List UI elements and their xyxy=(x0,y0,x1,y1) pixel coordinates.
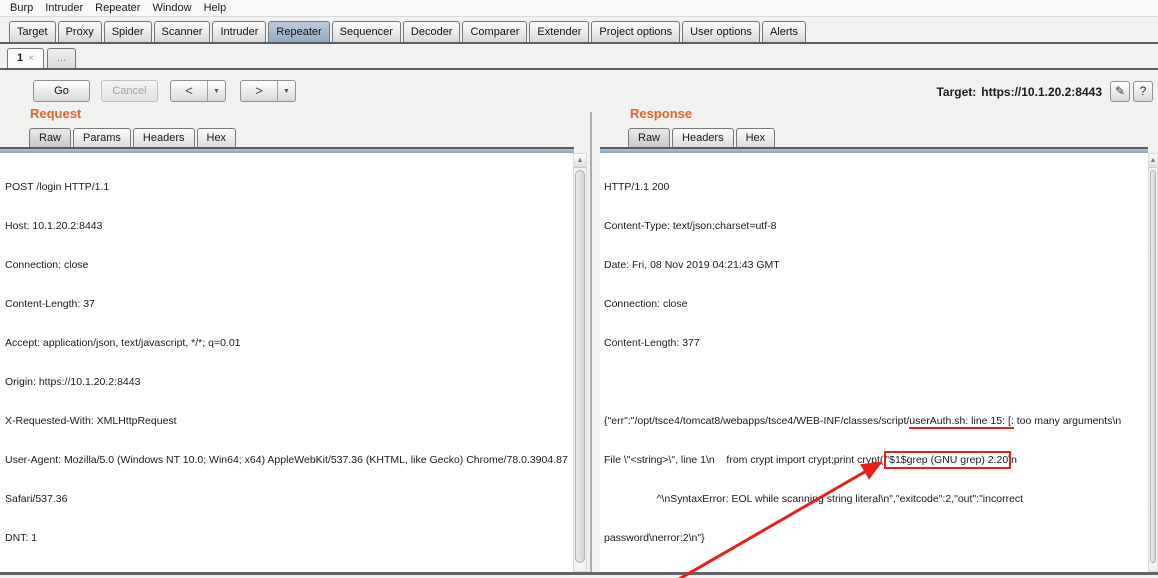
response-err-line: {"err":"/opt/tsce4/tomcat8/webapps/tsce4… xyxy=(604,415,1148,428)
response-crypt-line: File \"<string>\", line 1\n from crypt i… xyxy=(604,451,1148,469)
err-underline-annotation: userAuth.sh: line 15: [: xyxy=(909,415,1014,427)
tab-proxy[interactable]: Proxy xyxy=(57,21,102,42)
response-scrollbar[interactable]: ▲ xyxy=(1148,153,1158,572)
menu-repeater[interactable]: Repeater xyxy=(89,2,146,14)
pencil-icon: ✎ xyxy=(1114,84,1126,98)
request-line: Origin: https://10.1.20.2:8443 xyxy=(5,376,141,388)
tab-scanner[interactable]: Scanner xyxy=(153,21,211,42)
menu-bar: Burp Intruder Repeater Window Help xyxy=(0,0,1158,17)
crypt-text: \n xyxy=(1008,454,1017,466)
target-bar: Target: https://10.1.20.2:8443 ✎ ? xyxy=(936,81,1153,102)
request-panel-title: Request xyxy=(30,106,82,121)
scroll-up-icon[interactable]: ▲ xyxy=(574,154,586,168)
chevron-down-icon[interactable]: ▼ xyxy=(277,81,295,101)
request-line: DNT: 1 xyxy=(5,532,38,544)
response-line: HTTP/1.1 200 xyxy=(604,181,670,193)
target-url: https://10.1.20.2:8443 xyxy=(981,84,1102,99)
tab-comparer[interactable]: Comparer xyxy=(462,21,528,42)
request-line: Accept: application/json, text/javascrip… xyxy=(5,337,241,349)
close-icon[interactable]: × xyxy=(28,53,34,64)
request-scrollbar[interactable]: ▲ xyxy=(573,153,587,572)
repeater-toolbar: Go Cancel < ▼ > ▼ Target: https://10.1.2… xyxy=(0,80,1158,104)
request-tab-raw[interactable]: Raw xyxy=(29,128,72,147)
go-button[interactable]: Go xyxy=(33,80,90,102)
cancel-button[interactable]: Cancel xyxy=(101,80,158,102)
target-label: Target: xyxy=(936,84,977,99)
menu-help[interactable]: Help xyxy=(198,2,233,14)
err-text: {"err":"/opt/tsce4/tomcat8/webapps/tsce4… xyxy=(604,415,910,427)
prev-request-button[interactable]: < ▼ xyxy=(170,80,226,102)
response-line: Connection: close xyxy=(604,298,688,310)
request-line: Host: 10.1.20.2:8443 xyxy=(5,220,103,232)
grep-version-annotation-box: '$1$grep (GNU grep) 2.20 xyxy=(884,451,1012,469)
tab-repeater[interactable]: Repeater xyxy=(268,21,330,42)
repeater-tab-more[interactable]: ... xyxy=(46,48,77,68)
menu-burp[interactable]: Burp xyxy=(4,2,39,14)
tab-intruder[interactable]: Intruder xyxy=(212,21,267,42)
menu-window[interactable]: Window xyxy=(146,2,197,14)
tab-sequencer[interactable]: Sequencer xyxy=(331,21,401,42)
request-editor-tabs: Raw Params Headers Hex xyxy=(0,126,574,149)
edit-target-button[interactable]: ✎ xyxy=(1110,81,1130,102)
tab-user-options[interactable]: User options xyxy=(682,21,760,42)
response-panel-title: Response xyxy=(630,106,693,121)
bottom-splitter[interactable] xyxy=(0,572,1158,575)
response-line: Date: Fri, 08 Nov 2019 04:21:43 GMT xyxy=(604,259,780,271)
request-line: Content-Length: 37 xyxy=(5,298,95,310)
repeater-tab-1-label: 1 xyxy=(17,52,24,64)
request-scrollbar-thumb[interactable] xyxy=(575,170,585,563)
tab-spider[interactable]: Spider xyxy=(103,21,152,42)
tab-decoder[interactable]: Decoder xyxy=(402,21,461,42)
crypt-text: File \"<string>\", line 1\n from crypt i… xyxy=(604,454,888,466)
request-line: Safari/537.36 xyxy=(5,493,68,505)
response-line: Content-Length: 377 xyxy=(604,337,700,349)
prev-arrow-icon: < xyxy=(185,83,193,98)
help-button[interactable]: ? xyxy=(1133,81,1153,102)
response-syntax-line: ^\nSyntaxError: EOL while scanning strin… xyxy=(604,493,1024,505)
request-tab-hex[interactable]: Hex xyxy=(196,128,237,147)
request-line: Connection: close xyxy=(5,259,89,271)
tab-project-options[interactable]: Project options xyxy=(591,21,681,42)
scroll-up-icon[interactable]: ▲ xyxy=(1149,154,1157,168)
response-last-line: password\nerror:2\n"} xyxy=(604,532,705,544)
panel-divider[interactable] xyxy=(590,112,592,574)
chevron-down-icon[interactable]: ▼ xyxy=(207,81,225,101)
tab-extender[interactable]: Extender xyxy=(529,21,590,42)
tab-target[interactable]: Target xyxy=(9,21,56,42)
repeater-subtab-bar: 1 × ... xyxy=(0,47,1158,70)
request-line: POST /login HTTP/1.1 xyxy=(5,181,110,193)
response-scrollbar-thumb[interactable] xyxy=(1150,170,1156,563)
response-editor-tabs: Raw Headers Hex xyxy=(600,126,1148,149)
err-text: too many arguments\n xyxy=(1013,415,1122,427)
response-tab-raw[interactable]: Raw xyxy=(628,128,671,147)
response-tab-hex[interactable]: Hex xyxy=(735,128,776,147)
request-editor[interactable]: POST /login HTTP/1.1 Host: 10.1.20.2:844… xyxy=(0,153,573,572)
response-editor[interactable]: HTTP/1.1 200 Content-Type: text/json;cha… xyxy=(600,153,1148,572)
request-tab-headers[interactable]: Headers xyxy=(132,128,195,147)
response-blank-line xyxy=(604,376,1148,389)
main-tab-bar: Target Proxy Spider Scanner Intruder Rep… xyxy=(0,20,1158,44)
request-tab-params[interactable]: Params xyxy=(73,128,131,147)
next-arrow-icon: > xyxy=(255,83,263,98)
tab-alerts[interactable]: Alerts xyxy=(761,21,807,42)
response-line: Content-Type: text/json;charset=utf-8 xyxy=(604,220,777,232)
menu-intruder[interactable]: Intruder xyxy=(39,2,89,14)
request-line: X-Requested-With: XMLHttpRequest xyxy=(5,415,177,427)
repeater-tab-1[interactable]: 1 × xyxy=(7,48,44,68)
response-tab-headers[interactable]: Headers xyxy=(672,128,734,147)
next-request-button[interactable]: > ▼ xyxy=(240,80,296,102)
request-line: User-Agent: Mozilla/5.0 (Windows NT 10.0… xyxy=(5,454,568,466)
